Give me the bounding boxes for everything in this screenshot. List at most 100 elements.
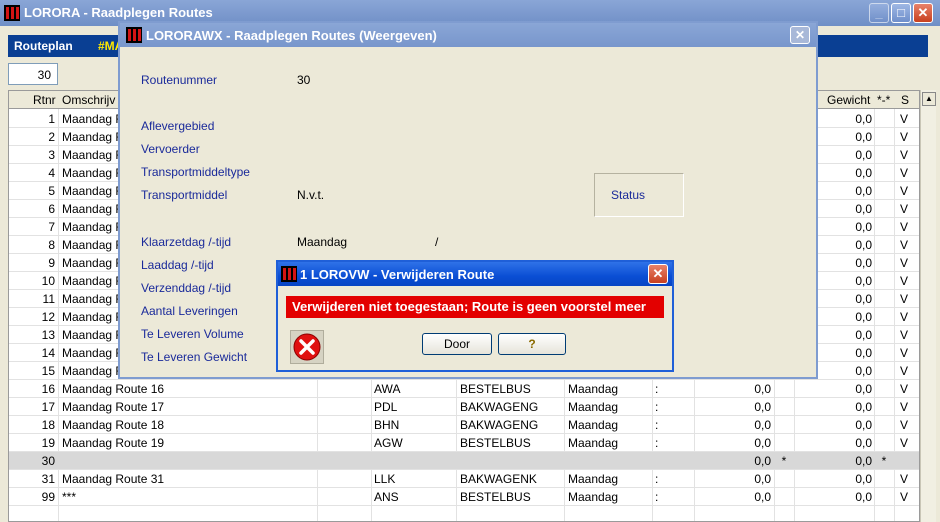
cell-rtnr: 99 (41, 490, 55, 504)
cell-s: V (899, 256, 908, 270)
cell-rtnr: 7 (48, 220, 55, 234)
error-dialog-titlebar: 1 LOROVW - Verwijderen Route ✕ (278, 262, 672, 286)
column-header-s[interactable]: S (901, 93, 909, 107)
minimize-button[interactable]: _ (869, 3, 889, 23)
cell-omschrijving: Maandag Route 19 (62, 436, 165, 450)
cell-s: V (899, 274, 908, 288)
cell-rtnr: 18 (41, 418, 55, 432)
table-row[interactable]: 30 0,0 * 0,0 * (9, 452, 919, 470)
cell-dag: Maandag (568, 436, 619, 450)
verzenddag-label: Verzenddag /-tijd (141, 281, 232, 295)
cell-gewicht: 0,0 (855, 436, 872, 450)
cell-vervoer: BAKWAGENK (460, 472, 537, 486)
cell-mark: * (781, 454, 787, 468)
klaarzetdag-value: Maandag (297, 235, 348, 249)
error-dialog: 1 LOROVW - Verwijderen Route ✕ Verwijder… (276, 260, 674, 372)
cell-s: V (899, 328, 908, 342)
error-dialog-close-button[interactable]: ✕ (648, 264, 668, 284)
cell-volume: 0,0 (754, 382, 771, 396)
klaarzetdag-label: Klaarzetdag /-tijd (141, 235, 232, 249)
cell-rtnr: 15 (41, 364, 55, 378)
routenummer-value: 30 (297, 73, 311, 87)
cell-dag: Maandag (568, 418, 619, 432)
cell-s: V (899, 292, 908, 306)
cell-volume: 0,0 (754, 400, 771, 414)
routeplan-label: Routeplan (14, 39, 73, 53)
cell-gewicht: 0,0 (855, 472, 872, 486)
cell-s: V (899, 238, 908, 252)
cell-volume: 0,0 (754, 436, 771, 450)
cell-dag: Maandag (568, 400, 619, 414)
error-icon (290, 330, 324, 364)
cell-code: AGW (374, 436, 403, 450)
cell-rtnr: 8 (48, 238, 55, 252)
column-header-gewicht[interactable]: Gewicht (827, 93, 870, 107)
table-row[interactable]: 16 Maandag Route 16 AWA BESTELBUS Maandag: 0,… (9, 380, 919, 398)
cell-gewicht: 0,0 (855, 382, 872, 396)
table-row[interactable]: 99 *** ANS BESTELBUS Maandag: 0,0 0,0 V (9, 488, 919, 506)
route-count-field[interactable]: 30 (8, 63, 58, 85)
error-message: Verwijderen niet toegestaan; Route is ge… (286, 296, 664, 318)
cell-tijd: : (655, 472, 659, 486)
error-dialog-title: 1 LOROVW - Verwijderen Route (300, 267, 495, 282)
detail-close-button[interactable]: ✕ (790, 26, 810, 44)
cell-volume: 0,0 (754, 418, 771, 432)
cell-vervoer: BAKWAGENG (460, 418, 539, 432)
table-row[interactable]: 17 Maandag Route 17 PDL BAKWAGENG Maandag: 0,… (9, 398, 919, 416)
cell-rtnr: 31 (41, 472, 55, 486)
cell-s: V (899, 112, 908, 126)
cell-volume: 0,0 (754, 490, 771, 504)
cell-rtnr: 30 (41, 454, 55, 468)
cell-rtnr: 10 (41, 274, 55, 288)
status-label: Status (611, 188, 646, 202)
cell-rtnr: 6 (48, 202, 55, 216)
cell-rtnr: 12 (41, 310, 55, 324)
cell-tijd: : (655, 400, 659, 414)
cell-rtnr: 19 (41, 436, 55, 450)
cell-s: V (899, 382, 908, 396)
main-window-title: LORORA - Raadplegen Routes (24, 5, 213, 20)
aantal-leveringen-label: Aantal Leveringen (141, 304, 238, 318)
scroll-up-icon[interactable]: ▲ (922, 92, 936, 106)
door-button[interactable]: Door (422, 333, 492, 355)
cell-code: PDL (374, 400, 398, 414)
cell-s: V (899, 490, 908, 504)
cell-s: V (899, 310, 908, 324)
cell-volume: 0,0 (754, 454, 771, 468)
app-logo-icon (126, 27, 142, 43)
column-header-omschrijving[interactable]: Omschrijv (62, 93, 115, 107)
column-header-flag[interactable]: *-* (877, 93, 890, 107)
cell-s: V (899, 202, 908, 216)
table-row[interactable]: 18 Maandag Route 18 BHN BAKWAGENG Maandag: 0,… (9, 416, 919, 434)
help-button[interactable]: ? (498, 333, 566, 355)
cell-code: ANS (374, 490, 399, 504)
cell-rtnr: 14 (41, 346, 55, 360)
cell-code: BHN (374, 418, 400, 432)
cell-s: V (899, 436, 908, 450)
close-button[interactable]: ✕ (913, 3, 933, 23)
cell-volume: 0,0 (754, 472, 771, 486)
cell-rtnr: 3 (48, 148, 55, 162)
transportmiddel-value: N.v.t. (297, 188, 325, 202)
vervoerder-label: Vervoerder (141, 142, 200, 156)
cell-rtnr: 2 (48, 130, 55, 144)
cell-rtnr: 4 (48, 166, 55, 180)
maximize-button[interactable]: □ (891, 3, 911, 23)
cell-gewicht: 0,0 (855, 418, 872, 432)
column-header-rtnr[interactable]: Rtnr (33, 93, 56, 107)
cell-vervoer: BESTELBUS (460, 382, 531, 396)
vertical-scrollbar[interactable]: ▲ (920, 90, 936, 522)
cell-gewicht: 0,0 (855, 400, 872, 414)
routenummer-label: Routenummer (141, 73, 218, 87)
cell-rtnr: 1 (48, 112, 55, 126)
cell-dag: Maandag (568, 382, 619, 396)
table-row[interactable]: 19 Maandag Route 19 AGW BESTELBUS Maandag: 0,… (9, 434, 919, 452)
cell-flag: * (881, 454, 887, 468)
app-logo-icon (4, 5, 20, 21)
table-row[interactable]: 31 Maandag Route 31 LLK BAKWAGENK Maandag: 0,… (9, 470, 919, 488)
cell-rtnr: 16 (41, 382, 55, 396)
cell-s: V (899, 364, 908, 378)
cell-tijd: : (655, 418, 659, 432)
cell-vervoer: BESTELBUS (460, 436, 531, 450)
cell-s: V (899, 220, 908, 234)
